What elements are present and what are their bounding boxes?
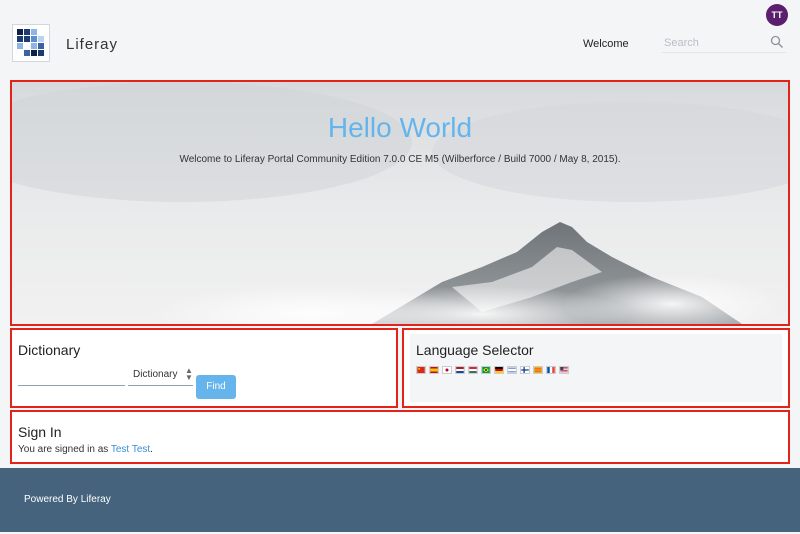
- find-button[interactable]: Find: [196, 375, 236, 399]
- search-input[interactable]: [664, 35, 764, 51]
- finland-flag-icon[interactable]: [520, 366, 530, 374]
- usa-flag-icon[interactable]: [559, 366, 569, 374]
- language-selector-title: Language Selector: [416, 342, 534, 358]
- search-icon[interactable]: [770, 35, 784, 49]
- brand-name[interactable]: Liferay: [66, 36, 118, 53]
- footer-powered-by: Powered By Liferay: [24, 494, 111, 505]
- logo-mosaic-icon: [17, 29, 44, 56]
- language-selector-portlet: Language Selector: [402, 328, 790, 408]
- germany-flag-icon[interactable]: [494, 366, 504, 374]
- search-box: [662, 33, 786, 53]
- hero-title: Hello World: [327, 112, 473, 143]
- footer: Powered By Liferay: [0, 468, 800, 532]
- user-avatar[interactable]: TT: [766, 4, 788, 26]
- sign-in-title: Sign In: [18, 424, 62, 440]
- israel-flag-icon[interactable]: [507, 366, 517, 374]
- brazil-flag-icon[interactable]: [481, 366, 491, 374]
- spain-flag-icon[interactable]: [429, 366, 439, 374]
- top-bar: TT Liferay Welcome: [0, 0, 800, 80]
- nav-item-welcome[interactable]: Welcome: [583, 38, 629, 50]
- catalonia-flag-icon[interactable]: [533, 366, 543, 374]
- france-flag-icon[interactable]: [546, 366, 556, 374]
- hero-portlet: Hello World Welcome to Liferay Portal Co…: [10, 80, 790, 326]
- dictionary-select[interactable]: Dictionary ▲ ▼: [128, 366, 193, 386]
- china-flag-icon[interactable]: [416, 366, 426, 374]
- select-arrows-icon: ▲ ▼: [185, 366, 193, 382]
- signed-in-prefix: You are signed in as: [18, 444, 109, 455]
- hungary-flag-icon[interactable]: [468, 366, 478, 374]
- user-profile-link[interactable]: Test Test: [111, 444, 150, 455]
- dictionary-portlet: Dictionary Dictionary ▲ ▼ Find: [10, 328, 398, 408]
- signed-in-suffix: .: [150, 444, 153, 455]
- dictionary-word-input[interactable]: [18, 368, 125, 386]
- dictionary-select-value: Dictionary: [133, 369, 178, 380]
- netherlands-flag-icon[interactable]: [455, 366, 465, 374]
- hero-subtitle: Welcome to Liferay Portal Community Edit…: [179, 154, 621, 165]
- signed-in-message: You are signed in as Test Test.: [18, 444, 153, 455]
- japan-flag-icon[interactable]: [442, 366, 452, 374]
- sign-in-portlet: Sign In You are signed in as Test Test.: [10, 410, 790, 464]
- liferay-logo[interactable]: [12, 24, 50, 62]
- dictionary-title: Dictionary: [18, 342, 81, 358]
